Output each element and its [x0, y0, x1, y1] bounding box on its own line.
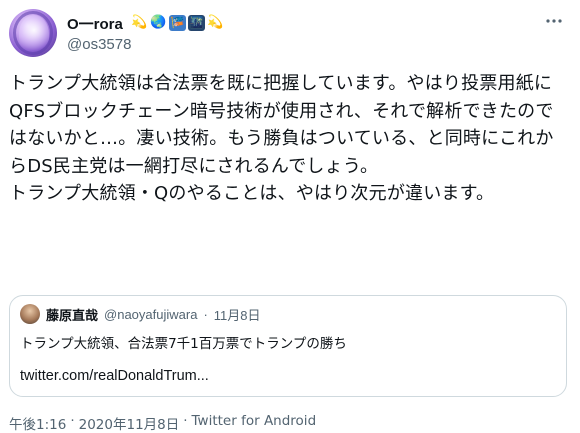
tweet-body-text: トランプ大統領は合法票を既に把握しています。やはり投票用紙にQFSブロックチェー…: [9, 73, 554, 204]
night-city-icon: 🌃: [187, 15, 205, 31]
meta-separator: ·: [70, 413, 75, 429]
author-display-name[interactable]: O一rora: [67, 13, 123, 34]
tweet-date[interactable]: 2020年11月8日: [79, 413, 180, 433]
avatar-ring: [13, 11, 53, 55]
tweet-source[interactable]: Twitter for Android: [192, 413, 317, 433]
author-avatar[interactable]: [9, 9, 57, 57]
more-options-icon[interactable]: [542, 11, 566, 31]
quoted-author-avatar: [20, 304, 40, 324]
quoted-separator: ·: [203, 306, 208, 322]
author-handle[interactable]: @os3578: [67, 36, 131, 53]
globe-icon: 🌏: [150, 15, 167, 30]
dizzy-star-icon: 💫: [131, 15, 148, 30]
quoted-date: 11月8日: [213, 307, 261, 323]
quoted-tweet-text: トランプ大統領、合法票7千1百万票でトランプの勝ち: [20, 336, 347, 352]
tweet-metadata: 午後1:16 · 2020年11月8日 · Twitter for Androi…: [9, 413, 316, 433]
meta-separator: ·: [183, 413, 188, 429]
author-emoji-list: 💫 🌏 🎏 🌃 💫: [131, 15, 224, 31]
quoted-tweet-header: 藤原直哉 @naoyafujiwara · 11月8日: [20, 304, 261, 324]
quoted-tweet-link[interactable]: twitter.com/realDonaldTrum...: [20, 368, 209, 384]
dizzy-star-icon: 💫: [207, 15, 224, 30]
tweet-card: O一rora 💫 🌏 🎏 🌃 💫 @os3578 トランプ大統領は合法票を既に把…: [0, 0, 580, 433]
tweet-time[interactable]: 午後1:16: [9, 413, 66, 433]
more-dots-icon: [546, 19, 562, 23]
quoted-author-handle: @naoyafujiwara: [104, 306, 198, 322]
quoted-author-name: 藤原直哉: [46, 308, 99, 324]
quoted-tweet[interactable]: 藤原直哉 @naoyafujiwara · 11月8日 トランプ大統領、合法票7…: [9, 295, 567, 397]
author-name-row: O一rora 💫 🌏 🎏 🌃 💫: [67, 13, 224, 33]
carp-streamer-icon: 🎏: [168, 15, 186, 31]
